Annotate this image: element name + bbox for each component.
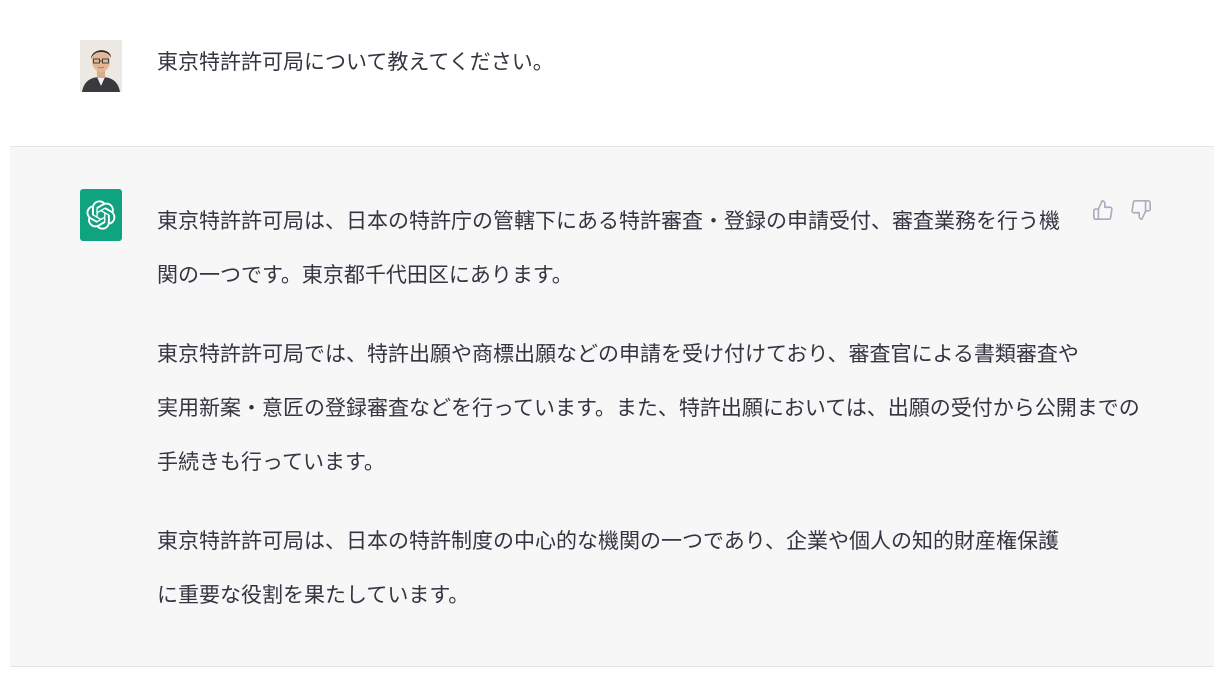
assistant-paragraph: 東京特許許可局は、日本の特許庁の管轄下にある特許審査・登録の申請受付、審査業務を…	[157, 194, 1082, 302]
chat-page: 東京特許許可局について教えてください。 東京特許許可局は、日本の特許庁の管轄下に…	[0, 0, 1227, 683]
user-avatar	[80, 40, 122, 92]
assistant-avatar	[80, 189, 122, 241]
assistant-paragraph: 東京特許許可局は、日本の特許制度の中心的な機関の一つであり、企業や個人の知的財産…	[157, 514, 1082, 622]
openai-logo-icon	[86, 200, 116, 230]
user-message-row: 東京特許許可局について教えてください。	[0, 0, 1227, 146]
text-line: 実用新案・意匠の登録審査などを行っています。また、特許出願においては、出願の受付…	[157, 396, 1140, 420]
feedback-buttons	[1091, 197, 1153, 223]
text-line: 東京特許許可局は、日本の特許庁の管轄下にある特許審査・登録の申請受付、審査業務を…	[157, 209, 1060, 233]
thumbs-up-icon	[1093, 200, 1113, 220]
user-photo-avatar	[80, 40, 122, 92]
text-line: 関の一つです。東京都千代田区にあります。	[157, 263, 573, 287]
text-line: 東京特許許可局は、日本の特許制度の中心的な機関の一つであり、企業や個人の知的財産…	[157, 529, 1059, 553]
thumbs-down-button[interactable]	[1129, 197, 1153, 223]
thumbs-down-icon	[1131, 200, 1151, 220]
assistant-message-row: 東京特許許可局は、日本の特許庁の管轄下にある特許審査・登録の申請受付、審査業務を…	[10, 146, 1214, 667]
text-line: に重要な役割を果たしています。	[157, 583, 470, 607]
user-message-text: 東京特許許可局について教えてください。	[157, 50, 554, 74]
text-line: 手続きも行っています。	[157, 450, 385, 474]
assistant-message-text: 東京特許許可局は、日本の特許庁の管轄下にある特許審査・登録の申請受付、審査業務を…	[157, 194, 1140, 647]
assistant-paragraph: 東京特許許可局では、特許出願や商標出願などの申請を受け付けており、審査官による書…	[157, 327, 1140, 489]
text-line: 東京特許許可局では、特許出願や商標出願などの申請を受け付けており、審査官による書…	[157, 342, 1079, 366]
thumbs-up-button[interactable]	[1091, 197, 1115, 223]
